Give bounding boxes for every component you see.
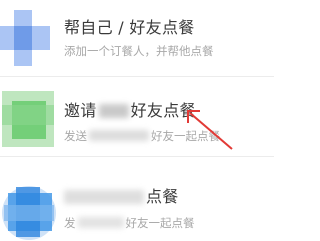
person-add-icon <box>0 6 52 70</box>
redacted-text <box>64 190 146 204</box>
option-invite-wechat[interactable]: 邀请 好友点餐 发送 好友一起点餐 <box>0 77 274 157</box>
option-subtitle: 添加一个订餐人，并帮他点餐 <box>64 44 214 58</box>
redacted-text <box>87 130 151 141</box>
qq-icon <box>0 183 58 241</box>
option-help-order[interactable]: 帮自己 / 好友点餐 添加一个订餐人，并帮他点餐 <box>0 0 274 77</box>
option-title: 邀请 好友点餐 <box>64 97 196 121</box>
option-subtitle: 发 好友一起点餐 <box>64 215 195 231</box>
annotation-arrow <box>187 110 233 150</box>
title-prefix: 邀请 <box>64 101 97 120</box>
subtitle-prefix: 发送 <box>64 129 87 143</box>
option-title: 帮自己 / 好友点餐 <box>64 18 195 37</box>
redacted-text <box>97 104 131 118</box>
option-title: 点餐 <box>64 183 179 207</box>
redacted-text <box>76 217 126 228</box>
option-invite-qq[interactable]: 点餐 发 好友一起点餐 <box>0 157 274 241</box>
subtitle-prefix: 发 <box>64 216 76 230</box>
wechat-icon <box>0 85 56 151</box>
title-text: 点餐 <box>146 187 179 206</box>
subtitle-suffix: 好友一起点餐 <box>125 216 195 230</box>
